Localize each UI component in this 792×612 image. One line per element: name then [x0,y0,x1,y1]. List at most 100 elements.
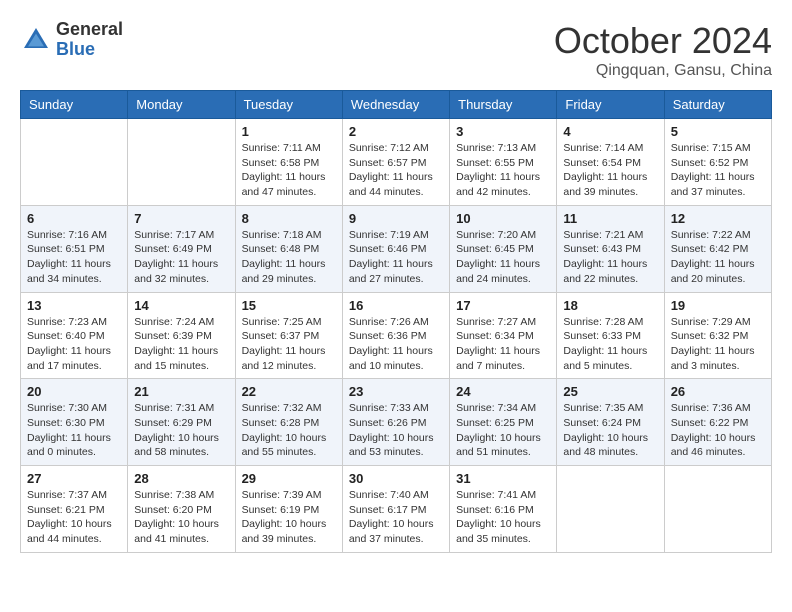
day-number: 18 [563,298,657,313]
calendar-cell: 8 Sunrise: 7:18 AMSunset: 6:48 PMDaylight… [235,205,342,292]
day-number: 20 [27,384,121,399]
day-info: Sunrise: 7:37 AMSunset: 6:21 PMDaylight:… [27,488,121,547]
calendar-cell: 31 Sunrise: 7:41 AMSunset: 6:16 PMDayligh… [450,466,557,553]
calendar-cell: 23 Sunrise: 7:33 AMSunset: 6:26 PMDayligh… [342,379,449,466]
calendar-cell [664,466,771,553]
calendar-week-row: 1 Sunrise: 7:11 AMSunset: 6:58 PMDaylight… [21,119,772,206]
day-info: Sunrise: 7:28 AMSunset: 6:33 PMDaylight:… [563,315,657,374]
day-number: 6 [27,211,121,226]
calendar-cell: 3Sunrise: 7:13 AMSunset: 6:55 PMDaylight… [450,119,557,206]
day-info: Sunrise: 7:23 AMSunset: 6:40 PMDaylight:… [27,315,121,374]
calendar-cell [128,119,235,206]
day-number: 8 [242,211,336,226]
calendar-cell: 11 Sunrise: 7:21 AMSunset: 6:43 PMDayligh… [557,205,664,292]
day-info: Sunrise: 7:36 AMSunset: 6:22 PMDaylight:… [671,401,765,460]
day-number: 1 [242,124,336,139]
calendar-cell: 7Sunrise: 7:17 AMSunset: 6:49 PMDaylight… [128,205,235,292]
logo-text: General Blue [56,20,123,60]
day-info: Sunrise: 7:17 AMSunset: 6:49 PMDaylight:… [134,228,228,287]
day-info: Sunrise: 7:26 AMSunset: 6:36 PMDaylight:… [349,315,443,374]
day-number: 2 [349,124,443,139]
day-number: 19 [671,298,765,313]
day-number: 27 [27,471,121,486]
day-number: 25 [563,384,657,399]
weekday-header-row: SundayMondayTuesdayWednesdayThursdayFrid… [21,91,772,119]
day-info: Sunrise: 7:29 AMSunset: 6:32 PMDaylight:… [671,315,765,374]
day-number: 24 [456,384,550,399]
day-number: 4 [563,124,657,139]
day-info: Sunrise: 7:15 AMSunset: 6:52 PMDaylight:… [671,141,765,200]
day-number: 29 [242,471,336,486]
day-number: 15 [242,298,336,313]
day-info: Sunrise: 7:16 AMSunset: 6:51 PMDaylight:… [27,228,121,287]
calendar-cell: 12 Sunrise: 7:22 AMSunset: 6:42 PMDayligh… [664,205,771,292]
calendar-cell: 14 Sunrise: 7:24 AMSunset: 6:39 PMDayligh… [128,292,235,379]
location-subtitle: Qingquan, Gansu, China [554,62,772,80]
day-info: Sunrise: 7:22 AMSunset: 6:42 PMDaylight:… [671,228,765,287]
day-number: 28 [134,471,228,486]
calendar-cell: 6 Sunrise: 7:16 AMSunset: 6:51 PMDaylight… [21,205,128,292]
day-info: Sunrise: 7:18 AMSunset: 6:48 PMDaylight:… [242,228,336,287]
calendar-cell: 9Sunrise: 7:19 AMSunset: 6:46 PMDaylight… [342,205,449,292]
logo-blue: Blue [56,39,95,59]
calendar-cell: 2 Sunrise: 7:12 AMSunset: 6:57 PMDaylight… [342,119,449,206]
day-info: Sunrise: 7:39 AMSunset: 6:19 PMDaylight:… [242,488,336,547]
day-info: Sunrise: 7:20 AMSunset: 6:45 PMDaylight:… [456,228,550,287]
calendar-cell: 22 Sunrise: 7:32 AMSunset: 6:28 PMDayligh… [235,379,342,466]
calendar-cell: 5 Sunrise: 7:15 AMSunset: 6:52 PMDaylight… [664,119,771,206]
logo-general: General [56,19,123,39]
weekday-header-monday: Monday [128,91,235,119]
day-number: 22 [242,384,336,399]
calendar-cell: 30Sunrise: 7:40 AMSunset: 6:17 PMDayligh… [342,466,449,553]
calendar-cell: 27 Sunrise: 7:37 AMSunset: 6:21 PMDayligh… [21,466,128,553]
day-number: 23 [349,384,443,399]
calendar-cell: 15Sunrise: 7:25 AMSunset: 6:37 PMDayligh… [235,292,342,379]
calendar-cell: 29 Sunrise: 7:39 AMSunset: 6:19 PMDayligh… [235,466,342,553]
month-title: October 2024 [554,20,772,62]
weekday-header-wednesday: Wednesday [342,91,449,119]
calendar-cell: 13Sunrise: 7:23 AMSunset: 6:40 PMDayligh… [21,292,128,379]
calendar-cell [557,466,664,553]
calendar-cell: 21 Sunrise: 7:31 AMSunset: 6:29 PMDayligh… [128,379,235,466]
day-number: 3 [456,124,550,139]
calendar-cell: 28 Sunrise: 7:38 AMSunset: 6:20 PMDayligh… [128,466,235,553]
day-info: Sunrise: 7:27 AMSunset: 6:34 PMDaylight:… [456,315,550,374]
day-number: 11 [563,211,657,226]
day-number: 10 [456,211,550,226]
calendar-cell [21,119,128,206]
calendar-week-row: 27 Sunrise: 7:37 AMSunset: 6:21 PMDayligh… [21,466,772,553]
calendar-cell: 4Sunrise: 7:14 AMSunset: 6:54 PMDaylight… [557,119,664,206]
calendar-cell: 18 Sunrise: 7:28 AMSunset: 6:33 PMDayligh… [557,292,664,379]
day-info: Sunrise: 7:31 AMSunset: 6:29 PMDaylight:… [134,401,228,460]
day-info: Sunrise: 7:30 AMSunset: 6:30 PMDaylight:… [27,401,121,460]
day-info: Sunrise: 7:34 AMSunset: 6:25 PMDaylight:… [456,401,550,460]
day-info: Sunrise: 7:21 AMSunset: 6:43 PMDaylight:… [563,228,657,287]
day-info: Sunrise: 7:11 AMSunset: 6:58 PMDaylight:… [242,141,336,200]
day-number: 14 [134,298,228,313]
calendar-cell: 10 Sunrise: 7:20 AMSunset: 6:45 PMDayligh… [450,205,557,292]
calendar-cell: 25 Sunrise: 7:35 AMSunset: 6:24 PMDayligh… [557,379,664,466]
day-info: Sunrise: 7:41 AMSunset: 6:16 PMDaylight:… [456,488,550,547]
day-number: 31 [456,471,550,486]
day-number: 21 [134,384,228,399]
day-number: 26 [671,384,765,399]
weekday-header-tuesday: Tuesday [235,91,342,119]
page-header: General Blue October 2024 Qingquan, Gans… [20,20,772,80]
calendar-week-row: 6 Sunrise: 7:16 AMSunset: 6:51 PMDaylight… [21,205,772,292]
day-info: Sunrise: 7:35 AMSunset: 6:24 PMDaylight:… [563,401,657,460]
weekday-header-friday: Friday [557,91,664,119]
day-info: Sunrise: 7:12 AMSunset: 6:57 PMDaylight:… [349,141,443,200]
day-number: 5 [671,124,765,139]
day-info: Sunrise: 7:38 AMSunset: 6:20 PMDaylight:… [134,488,228,547]
day-number: 17 [456,298,550,313]
day-info: Sunrise: 7:33 AMSunset: 6:26 PMDaylight:… [349,401,443,460]
calendar-cell: 20 Sunrise: 7:30 AMSunset: 6:30 PMDayligh… [21,379,128,466]
day-info: Sunrise: 7:32 AMSunset: 6:28 PMDaylight:… [242,401,336,460]
day-number: 12 [671,211,765,226]
title-block: October 2024 Qingquan, Gansu, China [554,20,772,80]
logo: General Blue [20,20,123,60]
calendar-cell: 19 Sunrise: 7:29 AMSunset: 6:32 PMDayligh… [664,292,771,379]
logo-icon [20,24,52,56]
calendar-week-row: 20 Sunrise: 7:30 AMSunset: 6:30 PMDayligh… [21,379,772,466]
day-info: Sunrise: 7:24 AMSunset: 6:39 PMDaylight:… [134,315,228,374]
